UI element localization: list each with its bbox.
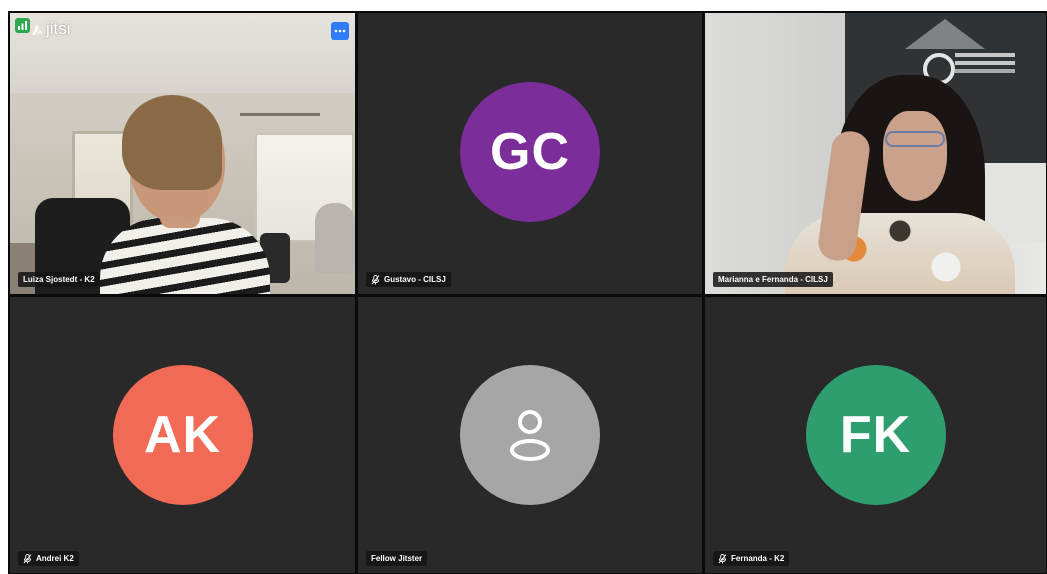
avatar-initials: AK	[143, 406, 222, 464]
participant-name-tag: Luiza Sjostedt - K2	[18, 272, 100, 287]
participant-avatar: FK	[805, 365, 946, 505]
more-dots-icon	[334, 29, 346, 33]
video-grid: jitsi Luiza Sjostedt - K2 GC Gustavo - C…	[8, 11, 1047, 574]
participant-tile-gustavo[interactable]: GC Gustavo - CILSJ	[358, 13, 702, 294]
participant-tile-andrei[interactable]: AK Andrei K2	[10, 297, 355, 573]
participant-avatar: AK	[112, 365, 253, 505]
participant-tile-fellow-jitster[interactable]: Fellow Jitster	[358, 297, 702, 573]
avatar-initials: FK	[839, 406, 912, 464]
participant-name: Luiza Sjostedt - K2	[23, 275, 95, 284]
participant-name-tag: Fernanda - K2	[713, 551, 790, 566]
participant-name: Andrei K2	[36, 554, 74, 563]
participant-name: Fernanda - K2	[731, 554, 785, 563]
jitsi-logo-icon	[32, 24, 42, 35]
watermark-text: jitsi	[46, 19, 71, 38]
jitsi-watermark: jitsi	[30, 19, 71, 39]
participant-name: Fellow Jitster	[371, 554, 423, 563]
mic-muted-icon	[23, 553, 32, 563]
participant-name-tag: Marianna e Fernanda - CILSJ	[713, 272, 833, 287]
participant-name-tag: Gustavo - CILSJ	[366, 272, 451, 287]
user-icon	[510, 410, 550, 461]
participant-name-tag: Fellow Jitster	[366, 551, 428, 566]
participant-video	[10, 13, 355, 294]
more-options-button[interactable]	[331, 22, 349, 40]
participant-name-tag: Andrei K2	[18, 551, 79, 566]
participant-avatar: GC	[460, 81, 600, 222]
participant-tile-fernanda[interactable]: FK Fernanda - K2	[705, 297, 1046, 573]
participant-video	[705, 13, 1046, 294]
connection-indicator-icon[interactable]	[15, 18, 30, 33]
participant-name: Marianna e Fernanda - CILSJ	[718, 275, 828, 284]
avatar-initials: GC	[490, 122, 570, 181]
mic-muted-icon	[371, 274, 380, 284]
mic-muted-icon	[718, 553, 727, 563]
participant-tile-marianna[interactable]: Marianna e Fernanda - CILSJ	[705, 13, 1046, 294]
participant-tile-luiza[interactable]: jitsi Luiza Sjostedt - K2	[10, 13, 355, 294]
participant-avatar	[460, 365, 600, 505]
participant-name: Gustavo - CILSJ	[384, 275, 446, 284]
